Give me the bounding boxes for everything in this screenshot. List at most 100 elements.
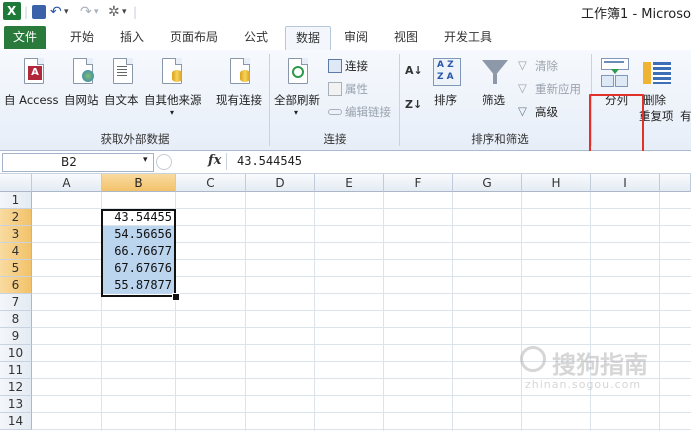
from-web-label: 自网站 xyxy=(64,93,99,107)
tab-file[interactable]: 文件 xyxy=(4,26,46,49)
globe-icon xyxy=(82,70,94,82)
save-icon[interactable] xyxy=(32,5,46,19)
refresh-all-label: 全部刷新 xyxy=(274,93,320,107)
row-header[interactable]: 5 xyxy=(0,260,32,277)
reapply-button[interactable]: ▽ 重新应用 xyxy=(518,81,588,97)
refresh-all-button[interactable]: 全部刷新 ▾ xyxy=(272,54,324,128)
column-header-b[interactable]: B xyxy=(102,174,176,192)
connections-button[interactable]: 连接 xyxy=(328,58,388,74)
access-icon: A xyxy=(28,66,42,80)
column-header-g[interactable]: G xyxy=(453,174,522,192)
from-text-button[interactable]: 自文本 xyxy=(104,54,142,114)
sort-ascending-button[interactable]: A↓ xyxy=(405,62,425,84)
advanced-filter-icon: ▽ xyxy=(518,104,527,118)
database-icon xyxy=(172,70,182,82)
tab-data[interactable]: 数据 xyxy=(285,26,331,51)
tab-view[interactable]: 视图 xyxy=(386,26,426,49)
column-header-e[interactable]: E xyxy=(315,174,384,192)
sort-descending-button[interactable]: Z↓ xyxy=(405,96,425,118)
chevron-down-icon: ▾ xyxy=(170,108,175,117)
row-header[interactable]: 7 xyxy=(0,294,32,311)
chevron-down-icon[interactable]: ▾ xyxy=(143,155,148,165)
row-header[interactable]: 3 xyxy=(0,226,32,243)
group-label-connections: 连接 xyxy=(323,132,347,146)
tab-insert[interactable]: 插入 xyxy=(112,26,152,49)
grid-line xyxy=(32,310,691,311)
column-header-i[interactable]: I xyxy=(591,174,660,192)
from-access-label: 自 Access xyxy=(4,93,59,107)
group-separator xyxy=(269,54,270,146)
chevron-down-icon: ▾ xyxy=(294,108,299,117)
properties-icon xyxy=(328,82,342,96)
group-label-sort-filter: 排序和筛选 xyxy=(471,132,529,146)
excel-logo-icon: X xyxy=(3,2,21,20)
tab-page-layout[interactable]: 页面布局 xyxy=(166,26,222,49)
existing-connections-button[interactable]: 现有连接 xyxy=(214,54,266,114)
data-validation-label: 有 xyxy=(680,109,691,123)
row-header[interactable]: 9 xyxy=(0,328,32,345)
row-header[interactable]: 6 xyxy=(0,277,32,294)
tab-home[interactable]: 开始 xyxy=(62,26,102,49)
column-header-c[interactable]: C xyxy=(176,174,246,192)
clear-label: 清除 xyxy=(535,59,558,73)
row-header[interactable]: 12 xyxy=(0,379,32,396)
row-header[interactable]: 14 xyxy=(0,413,32,430)
row-header[interactable]: 8 xyxy=(0,311,32,328)
edit-links-button[interactable]: 编辑链接 xyxy=(328,104,396,120)
formula-value: 43.544545 xyxy=(237,154,303,168)
properties-button[interactable]: 属性 xyxy=(328,81,388,97)
group-label-external-data: 获取外部数据 xyxy=(100,132,170,146)
watermark-logo-icon xyxy=(520,346,546,372)
filter-button[interactable]: 筛选 xyxy=(478,54,512,114)
formula-input[interactable]: 43.544545 xyxy=(226,153,690,170)
clear-filter-button[interactable]: ▽ 清除 xyxy=(518,58,584,74)
sort-label: 排序 xyxy=(434,93,457,107)
column-header-partial[interactable] xyxy=(660,174,691,192)
name-box[interactable]: B2 ▾ xyxy=(2,153,154,172)
customize-dropdown-icon[interactable]: ▾ xyxy=(122,3,127,21)
from-text-label: 自文本 xyxy=(104,93,139,107)
customize-icon[interactable]: ✲ xyxy=(108,3,120,21)
tab-formulas[interactable]: 公式 xyxy=(236,26,276,49)
cancel-icon[interactable] xyxy=(156,154,172,170)
formula-bar: B2 ▾ fx 43.544545 xyxy=(0,151,691,174)
watermark: 搜狗指南 xyxy=(552,351,648,379)
advanced-filter-button[interactable]: ▽ 高级 xyxy=(518,104,578,120)
column-header-d[interactable]: D xyxy=(246,174,315,192)
arrow-down-icon xyxy=(611,69,619,74)
title-bar: X | ↶ ▾ ↷ ▾ ✲ ▾ | 工作簿1 - Microso xyxy=(0,0,691,24)
name-box-value: B2 xyxy=(61,155,77,169)
column-header-f[interactable]: F xyxy=(384,174,453,192)
undo-icon[interactable]: ↶ xyxy=(50,3,62,21)
duplicate-rows-icon xyxy=(653,62,671,84)
undo-dropdown-icon[interactable]: ▾ xyxy=(64,3,69,21)
select-all-corner[interactable] xyxy=(0,174,32,192)
column-header-a[interactable]: A xyxy=(32,174,102,192)
sort-za-icon: Z↓ xyxy=(405,98,423,111)
selection-range xyxy=(101,209,176,297)
remove-duplicates-button[interactable]: 删除 重复项 xyxy=(639,54,679,128)
data-validation-button[interactable]: 有 xyxy=(680,54,691,128)
row-header[interactable]: 13 xyxy=(0,396,32,413)
from-other-label: 自其他来源 xyxy=(144,93,202,107)
row-header[interactable]: 1 xyxy=(0,192,32,209)
row-header[interactable]: 4 xyxy=(0,243,32,260)
insert-function-icon[interactable]: fx xyxy=(208,153,221,168)
from-web-button[interactable]: 自网站 xyxy=(64,54,102,114)
column-header-h[interactable]: H xyxy=(522,174,591,192)
ribbon-data: A 自 Access 自网站 自文本 自其他来源 ▾ 现有连接 获取外部数据 全… xyxy=(0,50,691,182)
tab-developer[interactable]: 开发工具 xyxy=(438,26,498,49)
from-access-button[interactable]: A 自 Access xyxy=(4,54,60,114)
row-header[interactable]: 2 xyxy=(0,209,32,226)
clear-filter-icon: ▽ xyxy=(518,58,527,72)
tab-review[interactable]: 审阅 xyxy=(336,26,376,49)
fill-handle[interactable] xyxy=(172,293,180,301)
from-other-sources-button[interactable]: 自其他来源 ▾ xyxy=(144,54,206,128)
ribbon-tabs: 文件 开始 插入 页面布局 公式 数据 审阅 视图 开发工具 xyxy=(0,24,691,51)
row-header[interactable]: 10 xyxy=(0,345,32,362)
redo-icon[interactable]: ↷ xyxy=(80,3,92,21)
redo-dropdown-icon[interactable]: ▾ xyxy=(94,3,99,21)
grid-line xyxy=(32,327,691,328)
sort-button[interactable]: A Z Z A 排序 xyxy=(430,54,464,114)
row-header[interactable]: 11 xyxy=(0,362,32,379)
